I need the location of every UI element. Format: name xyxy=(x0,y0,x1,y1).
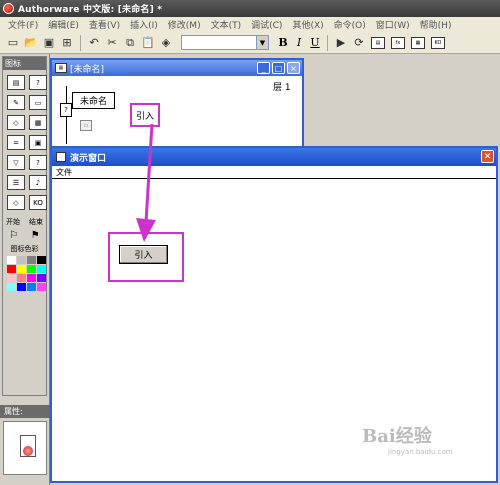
chevron-down-icon: ▼ xyxy=(256,36,268,49)
color-swatch[interactable] xyxy=(17,256,26,264)
callout-arrow xyxy=(136,123,156,242)
find-icon[interactable]: ◈ xyxy=(157,34,175,52)
color-swatch[interactable] xyxy=(7,265,16,273)
menu-modify[interactable]: 修改(M) xyxy=(163,18,206,31)
copy-icon[interactable]: ⧉ xyxy=(121,34,139,52)
intro-button[interactable]: 引入 xyxy=(119,245,168,264)
interaction-icon[interactable]: ? xyxy=(60,103,72,117)
interaction-icon[interactable]: ? xyxy=(29,155,47,170)
menu-other[interactable]: 其他(X) xyxy=(287,18,328,31)
color-swatch[interactable] xyxy=(37,265,46,273)
cut-icon[interactable]: ✂ xyxy=(103,34,121,52)
menu-window[interactable]: 窗口(W) xyxy=(371,18,415,31)
menu-file[interactable]: 文件(F) xyxy=(3,18,43,31)
sound-icon[interactable]: ♪ xyxy=(29,175,47,190)
control-panel-icon[interactable]: ▤ xyxy=(371,36,385,49)
color-swatch[interactable] xyxy=(7,274,16,282)
minimize-button[interactable]: _ xyxy=(257,62,270,74)
color-swatch[interactable] xyxy=(37,283,46,291)
bold-button[interactable]: B xyxy=(275,34,291,52)
color-swatch[interactable] xyxy=(27,265,36,273)
color-swatch[interactable] xyxy=(27,283,36,291)
motion-icon[interactable]: ? xyxy=(29,75,47,90)
presentation-menu-bar: 文件 xyxy=(52,166,496,179)
presentation-title-bar: 演示窗口 ✕ xyxy=(52,148,496,166)
icon-color-swatches xyxy=(3,254,46,293)
variables-icon[interactable]: ▦ xyxy=(411,36,425,49)
color-swatch[interactable] xyxy=(7,256,16,264)
run-icon[interactable]: ▶ xyxy=(332,34,350,52)
video-icon[interactable]: ◇ xyxy=(7,195,25,210)
flowline-icon[interactable]: 未命名 xyxy=(72,92,115,109)
italic-button[interactable]: I xyxy=(291,34,307,52)
menu-debug[interactable]: 调试(C) xyxy=(246,18,287,31)
menu-help[interactable]: 帮助(H) xyxy=(415,18,457,31)
file-icon xyxy=(20,435,36,457)
color-swatch[interactable] xyxy=(17,265,26,273)
color-swatch[interactable] xyxy=(27,274,36,282)
close-button[interactable]: × xyxy=(287,62,300,74)
properties-header: 属性: xyxy=(0,405,50,418)
color-swatch[interactable] xyxy=(17,274,26,282)
navigate-icon[interactable]: ◇ xyxy=(7,115,25,130)
palette-title: 图标 xyxy=(5,59,21,68)
icon-palette: 图标 ▤ ? ✎ ▭ ◇ ▦ = ▣ ▽ ? ☰ ♪ ◇ KO 开始 结束 ⚐ … xyxy=(2,56,47,396)
new-file-icon[interactable]: ▭ xyxy=(4,34,22,52)
close-icon[interactable]: ✕ xyxy=(481,150,494,163)
menu-file-item[interactable]: 文件 xyxy=(56,167,72,178)
watermark-url: jingyan.baidu.com xyxy=(388,448,453,456)
menu-edit[interactable]: 编辑(E) xyxy=(43,18,84,31)
watermark: Bai经验 jingyan.baidu.com xyxy=(362,422,482,472)
paste-icon[interactable]: 📋 xyxy=(139,34,157,52)
color-swatch[interactable] xyxy=(37,274,46,282)
underline-button[interactable]: U xyxy=(307,34,323,52)
window-icon xyxy=(56,152,66,162)
layer-label: 层 1 xyxy=(273,83,291,93)
save-icon[interactable]: ▣ xyxy=(40,34,58,52)
app-title: Authorware 中文版: [未命名] * xyxy=(18,5,163,15)
erase-icon[interactable]: ✎ xyxy=(7,95,25,110)
menu-bar: 文件(F) 编辑(E) 查看(V) 插入(I) 修改(M) 文本(T) 调试(C… xyxy=(0,17,500,32)
end-flag-icon[interactable]: ⚑ xyxy=(31,230,40,241)
wait-icon[interactable]: ▭ xyxy=(29,95,47,110)
design-window-title: [未命名] xyxy=(70,64,105,75)
presentation-title: 演示窗口 xyxy=(70,153,107,164)
start-flag-icon[interactable]: ⚐ xyxy=(9,230,18,241)
properties-title: 属性: xyxy=(4,407,23,416)
decision-icon[interactable]: ▽ xyxy=(7,155,25,170)
watermark-logo: Bai经验 xyxy=(362,426,432,447)
knowledge-objects-icon[interactable]: KO xyxy=(431,36,445,49)
end-label: 结束 xyxy=(29,218,43,226)
menu-insert[interactable]: 插入(I) xyxy=(125,18,163,31)
open-file-icon[interactable]: 📂 xyxy=(22,34,40,52)
icon-colors-label: 图标色彩 xyxy=(10,245,39,253)
framework-icon[interactable]: ▦ xyxy=(29,115,47,130)
button-response-icon[interactable]: ▭ xyxy=(80,120,92,131)
start-label: 开始 xyxy=(6,218,20,226)
menu-command[interactable]: 命令(O) xyxy=(329,18,371,31)
font-select[interactable]: ▼ xyxy=(181,35,269,50)
color-swatch[interactable] xyxy=(37,256,46,264)
map-icon[interactable]: ▣ xyxy=(29,135,47,150)
restart-icon[interactable]: ⟳ xyxy=(350,34,368,52)
app-title-bar: Authorware 中文版: [未命名] * xyxy=(0,0,500,17)
toolbar: ▭ 📂 ▣ ⊞ ↶ ✂ ⧉ 📋 ◈ ▼ B I U ▶ ⟳ ▤ fx ▦ KO xyxy=(0,32,500,54)
calc-icon[interactable]: = xyxy=(7,135,25,150)
digital-movie-icon[interactable]: ☰ xyxy=(7,175,25,190)
menu-view[interactable]: 查看(V) xyxy=(84,18,125,31)
palette-header: 图标 xyxy=(3,57,46,70)
design-window-title-bar: ▦ [未命名] _ □ × xyxy=(52,60,302,76)
maximize-button[interactable]: □ xyxy=(272,62,285,74)
functions-icon[interactable]: fx xyxy=(391,36,405,49)
color-swatch[interactable] xyxy=(7,283,16,291)
ko-icon[interactable]: KO xyxy=(29,195,47,210)
menu-text[interactable]: 文本(T) xyxy=(206,18,247,31)
undo-icon[interactable]: ↶ xyxy=(85,34,103,52)
color-swatch[interactable] xyxy=(17,283,26,291)
import-icon[interactable]: ⊞ xyxy=(58,34,76,52)
color-swatch[interactable] xyxy=(27,256,36,264)
display-icon[interactable]: ▤ xyxy=(7,75,25,90)
authorware-logo-icon xyxy=(3,3,14,14)
document-icon: ▦ xyxy=(55,63,67,73)
